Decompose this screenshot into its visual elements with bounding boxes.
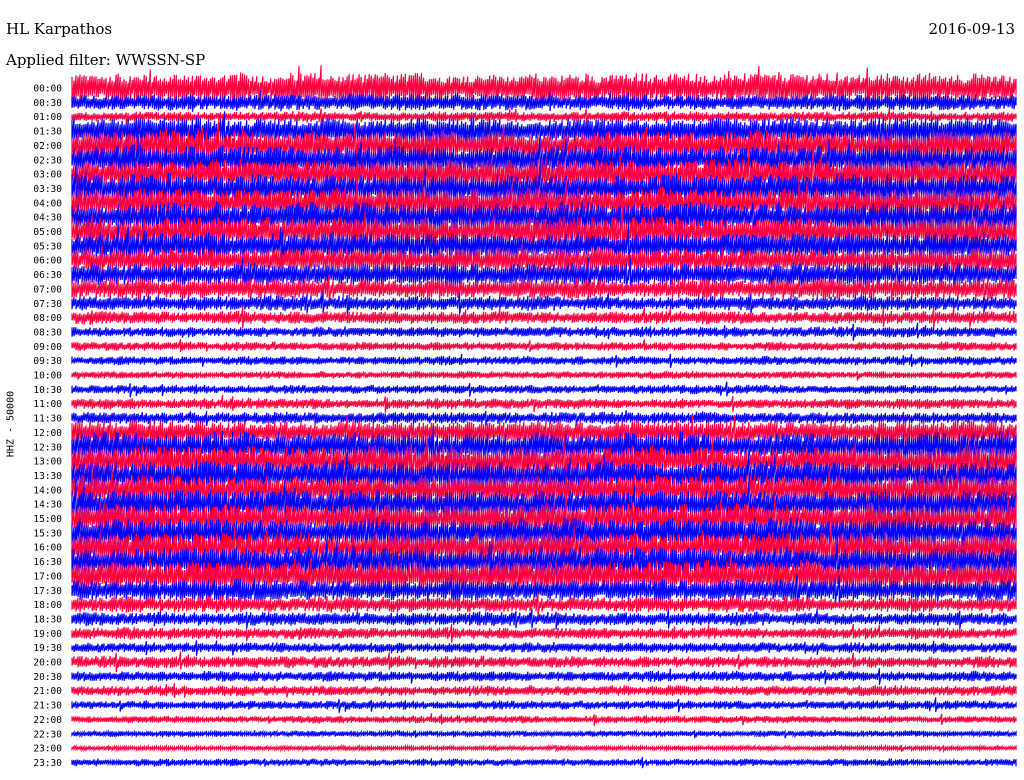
tick-label: 13:30	[33, 471, 62, 482]
tick-label: 11:30	[33, 414, 62, 425]
trace-line	[71, 395, 1017, 413]
tick-label: 16:00	[33, 543, 62, 554]
trace-line	[71, 370, 1017, 381]
trace-line	[71, 697, 1017, 714]
tick-label: 19:00	[33, 629, 62, 640]
tick-label: 00:30	[33, 98, 62, 109]
trace-line	[71, 683, 1017, 698]
tick-label: 01:30	[33, 127, 62, 138]
tick-label: 07:30	[33, 299, 62, 310]
tick-label: 07:00	[33, 284, 62, 295]
tick-label: 14:30	[33, 500, 62, 511]
tick-label: 10:30	[33, 385, 62, 396]
tick-label: 22:30	[33, 729, 62, 740]
trace-line	[71, 592, 1017, 618]
tick-label: 15:30	[33, 528, 62, 539]
tick-label: 14:00	[33, 485, 62, 496]
tick-label: 21:30	[33, 701, 62, 712]
tick-label: 04:00	[33, 198, 62, 209]
tick-label: 22:00	[33, 715, 62, 726]
tick-label: 23:30	[33, 758, 62, 769]
tick-label: 13:00	[33, 457, 62, 468]
tick-label: 08:30	[33, 327, 62, 338]
tick-label: 08:00	[33, 313, 62, 324]
tick-label: 10:00	[33, 371, 62, 382]
tick-label: 03:00	[33, 170, 62, 181]
trace-line	[71, 339, 1017, 353]
trace-line	[71, 623, 1017, 643]
tick-label: 17:00	[33, 571, 62, 582]
trace-line	[71, 640, 1017, 656]
tick-label: 19:30	[33, 643, 62, 654]
trace-line	[71, 713, 1017, 726]
tick-label: 05:00	[33, 227, 62, 238]
tick-label: 05:30	[33, 241, 62, 252]
trace-line	[71, 322, 1017, 341]
trace-line	[71, 107, 1017, 126]
tick-label: 09:30	[33, 356, 62, 367]
tick-label: 02:00	[33, 141, 62, 152]
tick-label: 16:30	[33, 557, 62, 568]
trace-line	[71, 743, 1017, 754]
tick-label: 09:00	[33, 342, 62, 353]
trace-line	[71, 410, 1017, 428]
tick-label: 21:00	[33, 686, 62, 697]
trace-line	[71, 728, 1017, 739]
tick-label-group: 00:00 00:30 01:00 01:30 02:00 02:30 03:00 03:30…	[33, 84, 62, 769]
trace-line	[71, 651, 1017, 673]
tick-label: 11:00	[33, 399, 62, 410]
trace-group	[71, 65, 1017, 769]
trace-line	[71, 756, 1017, 769]
tick-label: 01:00	[33, 112, 62, 123]
trace-line	[71, 353, 1017, 369]
tick-label: 20:00	[33, 658, 62, 669]
tick-label: 20:30	[33, 672, 62, 683]
trace-line	[71, 306, 1017, 329]
tick-label: 04:30	[33, 213, 62, 224]
tick-label: 02:30	[33, 155, 62, 166]
tick-label: 18:00	[33, 600, 62, 611]
trace-line	[71, 608, 1017, 630]
tick-label: 06:30	[33, 270, 62, 281]
tick-label: 18:30	[33, 614, 62, 625]
helicorder-plot: 00:00 00:30 01:00 01:30 02:00 02:30 03:00 03:30…	[33, 65, 1017, 769]
trace-line	[71, 381, 1017, 398]
tick-label: 23:00	[33, 744, 62, 755]
tick-label: 12:30	[33, 442, 62, 453]
tick-label: 15:00	[33, 514, 62, 525]
trace-line	[71, 668, 1017, 686]
tick-label: 03:30	[33, 184, 62, 195]
tick-label: 06:00	[33, 256, 62, 267]
tick-label: 00:00	[33, 84, 62, 95]
tick-label: 12:00	[33, 428, 62, 439]
tick-label: 17:30	[33, 586, 62, 597]
